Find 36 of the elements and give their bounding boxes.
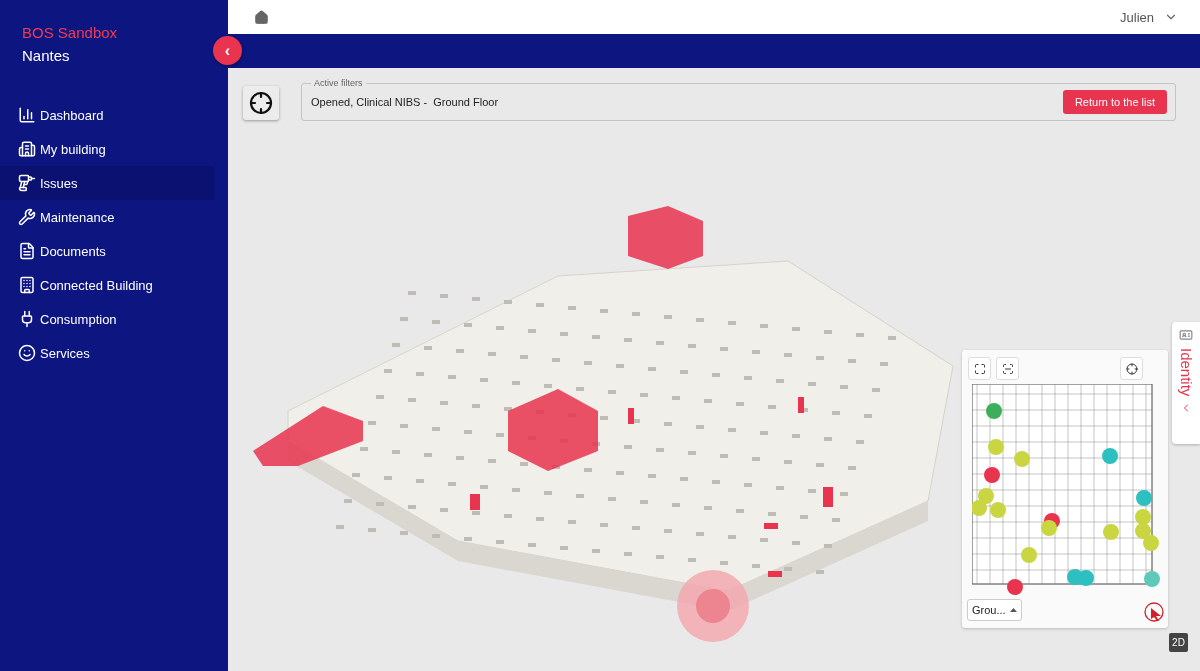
- caret-icon: [1010, 608, 1017, 612]
- selection-button[interactable]: [996, 357, 1019, 380]
- selection-icon: [1001, 362, 1014, 375]
- nav-icon: [18, 174, 36, 192]
- sidebar-item[interactable]: Issues: [0, 166, 214, 200]
- nav-icon: [18, 140, 36, 158]
- fullscreen-button[interactable]: [968, 357, 991, 380]
- fullscreen-icon: [973, 362, 986, 375]
- crosshair-icon: [249, 91, 273, 115]
- center-button[interactable]: [1120, 357, 1143, 380]
- sidebar-item[interactable]: Documents: [0, 234, 214, 268]
- site-name: Nantes: [22, 47, 70, 64]
- nav-icon: [18, 276, 36, 294]
- home-icon[interactable]: [254, 9, 269, 25]
- sidebar-item[interactable]: Consumption: [0, 302, 214, 336]
- locate-button[interactable]: [243, 86, 279, 120]
- crosshair-icon: [1125, 362, 1138, 375]
- id-card-icon: [1179, 328, 1193, 342]
- nav-icon: [18, 106, 36, 124]
- user-name[interactable]: Julien: [1120, 9, 1154, 25]
- sidebar-item[interactable]: Maintenance: [0, 200, 214, 234]
- brand-name: BOS Sandbox: [22, 24, 118, 41]
- sidebar-item[interactable]: My building: [0, 132, 214, 166]
- sidebar-item[interactable]: Services: [0, 336, 214, 370]
- nav-icon: [18, 208, 36, 226]
- return-button[interactable]: Return to the list: [1062, 90, 1167, 114]
- nav-icon: [18, 344, 36, 362]
- sidebar-item[interactable]: Dashboard: [0, 98, 214, 132]
- view-toggle[interactable]: 2D: [1169, 633, 1188, 652]
- identity-tab[interactable]: Identity: [1172, 322, 1200, 444]
- floor-select[interactable]: Grou...: [967, 599, 1022, 621]
- cursor-icon[interactable]: [1144, 602, 1164, 622]
- sidebar-item[interactable]: Connected Building: [0, 268, 214, 302]
- filters-value: Opened, Clinical NIBS - Ground Floor: [311, 96, 499, 108]
- filters-legend: Active filters: [311, 78, 366, 88]
- nav-icon: [18, 242, 36, 260]
